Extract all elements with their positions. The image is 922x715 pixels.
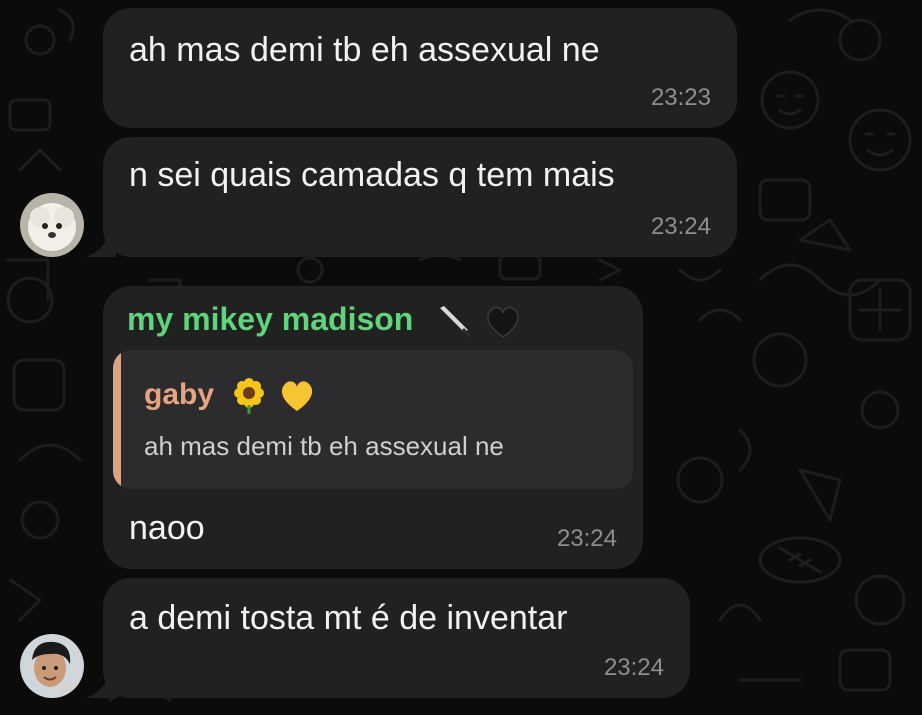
sender-name[interactable]: my mikey madison [127,300,523,342]
bubble-tail [86,231,116,257]
knife-icon [440,305,473,338]
bubble-tail [86,672,116,698]
quote-text: ah mas demi tb eh assexual ne [144,431,504,461]
dog-avatar-icon [20,193,84,257]
message-text: naoo [129,509,205,547]
sender-avatar[interactable] [20,193,84,257]
sunflower-icon [234,378,265,414]
quote-accent-bar [113,350,121,489]
chat-view: ah mas demi tb eh assexual ne 23:23 n se… [0,0,922,715]
reply-quote[interactable]: gaby ah mas demi tb eh assexual ne [113,350,633,489]
message-bubble[interactable]: my mikey madison gaby ah mas demi tb eh … [103,286,643,569]
quote-sender-name: gaby [144,376,317,416]
yellow-heart-icon [281,381,312,411]
message-timestamp: 23:24 [603,654,664,681]
quote-sender-name-text: gaby [144,377,215,411]
message-bubble[interactable]: n sei quais camadas q tem mais 23:24 [103,137,737,257]
message-bubble[interactable]: a demi tosta mt é de inventar 23:24 [103,578,690,698]
black-heart-icon [487,306,519,338]
sender-avatar[interactable] [20,634,84,698]
message-text: ah mas demi tb eh assexual ne [129,31,600,69]
message-timestamp: 23:23 [650,84,711,111]
message-text: n sei quais camadas q tem mais [129,156,615,194]
message-timestamp: 23:24 [650,213,711,240]
message-timestamp: 23:24 [556,525,617,552]
person-avatar-icon [20,634,84,698]
sender-name-text: my mikey madison [127,301,414,337]
message-text: a demi tosta mt é de inventar [129,599,568,637]
message-bubble[interactable]: ah mas demi tb eh assexual ne 23:23 [103,8,737,128]
